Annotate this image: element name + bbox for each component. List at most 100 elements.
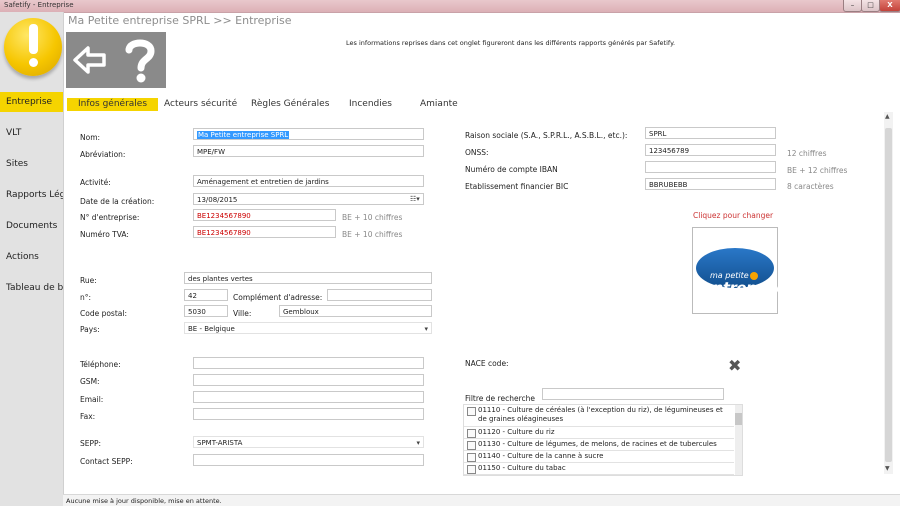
info-text: Les informations reprises dans cet ongle… <box>346 39 676 47</box>
nace-list-scroll-thumb[interactable] <box>735 413 742 425</box>
close-window-button[interactable]: X <box>879 0 900 12</box>
ville-label: Ville: <box>233 309 252 318</box>
tab-incendies[interactable]: Incendies <box>349 98 392 111</box>
sidebar: Entreprise VLT Sites Rapports Léga Docum… <box>0 12 64 506</box>
activite-input[interactable]: Aménagement et entretien de jardins <box>193 175 424 187</box>
scroll-up-arrow-icon[interactable]: ▲ <box>885 113 890 120</box>
window-titlebar: Safetify - Entreprise – □ X <box>0 0 900 13</box>
scroll-down-arrow-icon[interactable]: ▼ <box>885 465 890 472</box>
list-item[interactable]: 01150 - Culture du tabac <box>464 463 734 475</box>
nom-label: Nom: <box>80 133 101 142</box>
sidebar-item-actions[interactable]: Actions <box>0 247 63 267</box>
tab-infos-generales[interactable]: Infos générales <box>67 98 159 111</box>
telephone-label: Téléphone: <box>80 360 121 369</box>
raison-sociale-label: Raison sociale (S.A., S.P.R.L., A.S.B.L.… <box>465 131 628 140</box>
checkbox[interactable] <box>467 453 476 462</box>
num-entreprise-input[interactable]: BE1234567890 <box>193 209 336 221</box>
contact-sepp-label: Contact SEPP: <box>80 457 133 466</box>
question-mark-icon[interactable] <box>122 37 158 83</box>
telephone-input[interactable] <box>193 357 424 369</box>
nom-input[interactable]: Ma Petite entreprise SPRL <box>193 128 424 140</box>
minimize-button[interactable]: – <box>843 0 862 12</box>
sidebar-item-tableau-de-bord[interactable]: Tableau de bo <box>0 278 63 298</box>
bic-input[interactable]: BBRUBEBB <box>645 178 776 190</box>
contact-sepp-input[interactable] <box>193 454 424 466</box>
sepp-select[interactable]: SPMT-ARISTA <box>193 436 424 448</box>
onss-hint: 12 chiffres <box>787 149 827 158</box>
list-item[interactable]: 01110 - Culture de céréales (à l'excepti… <box>464 405 734 427</box>
ville-input[interactable]: Gembloux <box>279 305 432 317</box>
rue-input[interactable]: des plantes vertes <box>184 272 432 284</box>
calendar-icon[interactable]: ☷▾ <box>410 195 420 203</box>
company-logo-image[interactable]: ma petite entreprise <box>692 227 786 314</box>
gsm-input[interactable] <box>193 374 424 386</box>
list-item[interactable]: 01130 - Culture de légumes, de melons, d… <box>464 439 734 451</box>
app-logo-warning-icon <box>4 18 62 76</box>
gsm-label: GSM: <box>80 377 100 386</box>
filtre-input[interactable] <box>542 388 724 400</box>
nace-item-text: 01150 - Culture du tabac <box>478 464 566 472</box>
breadcrumb: Ma Petite entreprise SPRL >> Entreprise <box>68 14 292 27</box>
numero-label: n°: <box>80 293 92 302</box>
date-creation-input[interactable]: 13/08/2015 <box>193 193 424 205</box>
nace-item-text: 01130 - Culture de légumes, de melons, d… <box>478 440 717 448</box>
num-tva-input[interactable]: BE1234567890 <box>193 226 336 238</box>
num-entreprise-hint: BE + 10 chiffres <box>342 213 403 222</box>
checkbox[interactable] <box>467 407 476 416</box>
toolbar-icon-box <box>66 32 166 88</box>
abreviation-label: Abréviation: <box>80 150 126 159</box>
iban-hint: BE + 12 chiffres <box>787 166 848 175</box>
checkbox[interactable] <box>467 441 476 450</box>
pays-label: Pays: <box>80 325 100 334</box>
num-tva-label: Numéro TVA: <box>80 230 129 239</box>
sidebar-item-sites[interactable]: Sites <box>0 154 63 174</box>
checkbox[interactable] <box>467 429 476 438</box>
list-item[interactable]: 01120 - Culture du riz <box>464 427 734 439</box>
fax-input[interactable] <box>193 408 424 420</box>
nace-list-scrollbar[interactable] <box>735 405 742 475</box>
nom-value: Ma Petite entreprise SPRL <box>197 131 290 139</box>
email-input[interactable] <box>193 391 424 403</box>
rue-label: Rue: <box>80 276 97 285</box>
sidebar-item-documents[interactable]: Documents <box>0 216 63 236</box>
back-arrow-icon[interactable] <box>72 44 108 76</box>
sidebar-item-rapports-legaux[interactable]: Rapports Léga <box>0 185 63 205</box>
tab-acteurs-securite[interactable]: Acteurs sécurité <box>164 98 237 111</box>
numero-input[interactable]: 42 <box>184 289 228 301</box>
nace-item-text: 01140 - Culture de la canne à sucre <box>478 452 604 460</box>
filtre-label: Filtre de recherche <box>465 394 535 403</box>
iban-label: Numéro de compte IBAN <box>465 165 558 174</box>
date-creation-label: Date de la création: <box>80 197 155 206</box>
main-scroll-thumb[interactable] <box>885 128 892 462</box>
email-label: Email: <box>80 395 104 404</box>
nace-item-text: 01110 - Culture de céréales (à l'excepti… <box>478 406 723 423</box>
num-entreprise-label: N° d'entreprise: <box>80 213 140 222</box>
nace-label: NACE code: <box>465 359 509 368</box>
clear-nace-close-icon[interactable]: ✖ <box>728 356 741 375</box>
sidebar-item-entreprise[interactable]: Entreprise <box>0 92 63 112</box>
company-logo-badge: ma petite entreprise <box>696 248 786 297</box>
tab-amiante[interactable]: Amiante <box>420 98 458 111</box>
abreviation-input[interactable]: MPE/FW <box>193 145 424 157</box>
bic-hint: 8 caractères <box>787 182 834 191</box>
iban-input[interactable] <box>645 161 776 173</box>
status-bar: Aucune mise à jour disponible, mise en a… <box>63 494 900 506</box>
change-logo-link[interactable]: Cliquez pour changer <box>693 211 773 220</box>
pays-select[interactable]: BE - Belgique <box>184 322 432 334</box>
fax-label: Fax: <box>80 412 96 421</box>
raison-sociale-input[interactable]: SPRL <box>645 127 776 139</box>
onss-input[interactable]: 123456789 <box>645 144 776 156</box>
complement-input[interactable] <box>327 289 432 301</box>
onss-label: ONSS: <box>465 148 489 157</box>
maximize-button[interactable]: □ <box>861 0 880 12</box>
num-tva-hint: BE + 10 chiffres <box>342 230 403 239</box>
window-title: Safetify - Entreprise <box>4 1 74 9</box>
checkbox[interactable] <box>467 465 476 474</box>
sidebar-item-vlt[interactable]: VLT <box>0 123 63 143</box>
complement-label: Complément d'adresse: <box>233 293 323 302</box>
tab-regles-generales[interactable]: Règles Générales <box>251 98 329 111</box>
nace-code-list[interactable]: 01110 - Culture de céréales (à l'excepti… <box>463 404 743 476</box>
code-postal-input[interactable]: 5030 <box>184 305 228 317</box>
list-item[interactable]: 01140 - Culture de la canne à sucre <box>464 451 734 463</box>
main-scrollbar[interactable]: ▲ ▼ <box>884 112 893 474</box>
